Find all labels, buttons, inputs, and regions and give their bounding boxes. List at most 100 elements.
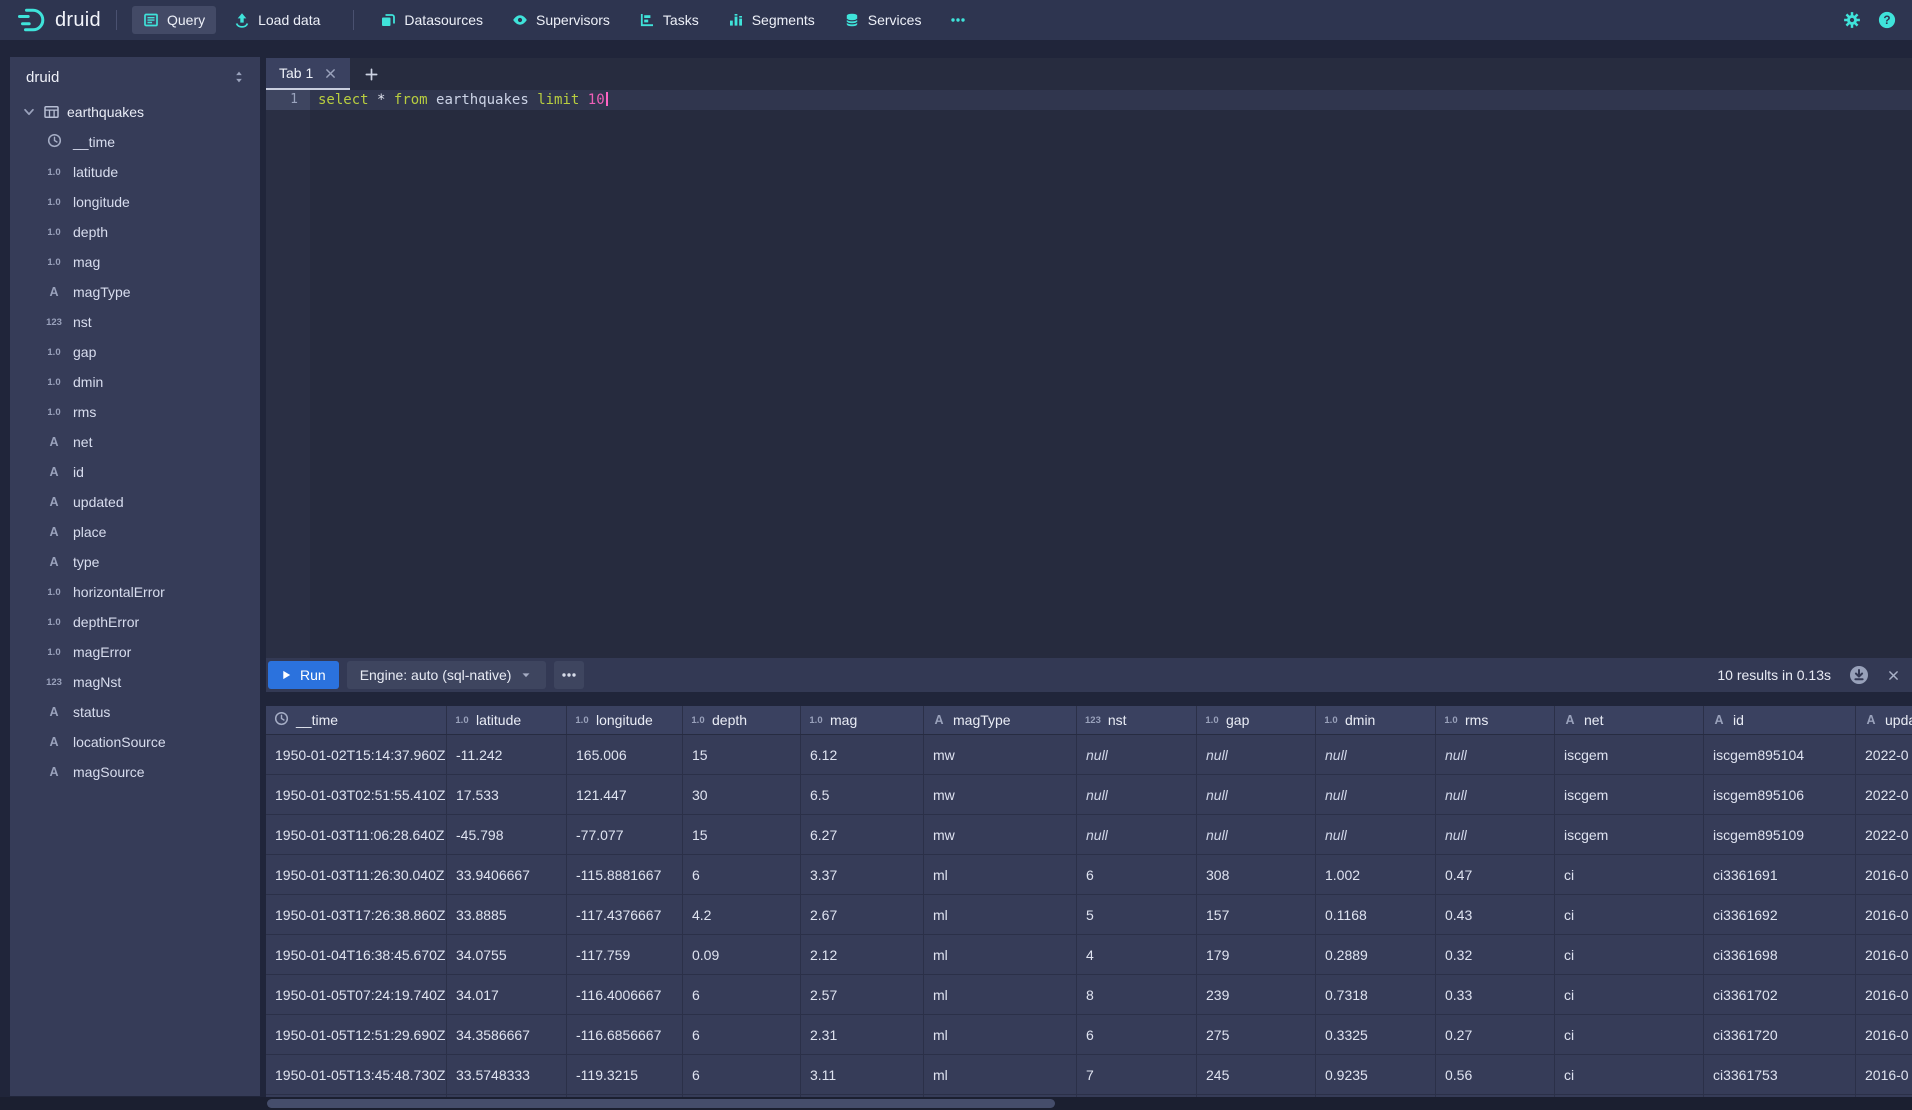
column-header-nst[interactable]: 123nst (1077, 706, 1197, 734)
cell-updated[interactable]: 2016-0 (1856, 855, 1912, 894)
cell-longitude[interactable]: 121.447 (567, 775, 683, 814)
sidebar-column-magsource[interactable]: AmagSource (10, 757, 260, 787)
cell-depth[interactable]: 30 (683, 775, 801, 814)
tab-close-button[interactable] (324, 67, 337, 80)
cell-dmin[interactable]: 0.1168 (1316, 895, 1436, 934)
sidebar-column-latitude[interactable]: 1.0latitude (10, 157, 260, 187)
cell-gap[interactable]: 275 (1197, 1015, 1316, 1054)
cell-rms[interactable]: 0.33 (1436, 975, 1555, 1014)
sidebar-column-deptherror[interactable]: 1.0depthError (10, 607, 260, 637)
cell-magtype[interactable]: ml (924, 1055, 1077, 1094)
cell-gap[interactable]: 308 (1197, 855, 1316, 894)
cell-id[interactable]: iscgem895109 (1704, 815, 1856, 854)
cell-net[interactable]: ci (1555, 1055, 1704, 1094)
cell-net[interactable]: ci (1555, 1015, 1704, 1054)
add-tab-button[interactable] (350, 67, 392, 82)
cell-latitude[interactable]: 33.8885 (447, 895, 567, 934)
cell-net[interactable]: ci (1555, 935, 1704, 974)
sidebar-column-magtype[interactable]: AmagType (10, 277, 260, 307)
cell-id[interactable]: ci3361702 (1704, 975, 1856, 1014)
cell-updated[interactable]: 2016-0 (1856, 935, 1912, 974)
sidebar-column-updated[interactable]: Aupdated (10, 487, 260, 517)
cell-gap[interactable]: null (1197, 815, 1316, 854)
cell-depth[interactable]: 4.2 (683, 895, 801, 934)
cell-depth[interactable]: 6 (683, 975, 801, 1014)
sql-editor[interactable]: 1 select * from earthquakes limit 10 (266, 90, 1912, 658)
cell-longitude[interactable]: 165.006 (567, 735, 683, 774)
sidebar-column-type[interactable]: Atype (10, 547, 260, 577)
run-button[interactable]: Run (268, 661, 339, 689)
cell-nst[interactable]: 6 (1077, 1015, 1197, 1054)
column-header-magtype[interactable]: AmagType (924, 706, 1077, 734)
cell-id[interactable]: ci3361698 (1704, 935, 1856, 974)
sidebar-column-magnst[interactable]: 123magNst (10, 667, 260, 697)
close-results-button[interactable] (1887, 669, 1900, 682)
sidebar-column-time[interactable]: __time (10, 127, 260, 157)
cell-time[interactable]: 1950-01-05T12:51:29.690Z (266, 1015, 447, 1054)
column-header-net[interactable]: Anet (1555, 706, 1704, 734)
cell-mag[interactable]: 2.57 (801, 975, 924, 1014)
cell-rms[interactable]: 0.56 (1436, 1055, 1555, 1094)
cell-mag[interactable]: 3.37 (801, 855, 924, 894)
cell-latitude[interactable]: 34.017 (447, 975, 567, 1014)
cell-updated[interactable]: 2022-0 (1856, 775, 1912, 814)
cell-gap[interactable]: 157 (1197, 895, 1316, 934)
cell-depth[interactable]: 15 (683, 735, 801, 774)
cell-updated[interactable]: 2016-0 (1856, 1055, 1912, 1094)
cell-latitude[interactable]: 17.533 (447, 775, 567, 814)
cell-nst[interactable]: 5 (1077, 895, 1197, 934)
cell-gap[interactable]: 239 (1197, 975, 1316, 1014)
cell-nst[interactable]: null (1077, 775, 1197, 814)
sidebar-column-id[interactable]: Aid (10, 457, 260, 487)
cell-mag[interactable]: 2.31 (801, 1015, 924, 1054)
cell-dmin[interactable]: 0.2889 (1316, 935, 1436, 974)
sidebar-column-locationsource[interactable]: AlocationSource (10, 727, 260, 757)
cell-longitude[interactable]: -116.6856667 (567, 1015, 683, 1054)
cell-depth[interactable]: 6 (683, 855, 801, 894)
cell-nst[interactable]: 6 (1077, 855, 1197, 894)
tab-1[interactable]: Tab 1 (266, 58, 350, 90)
cell-rms[interactable]: null (1436, 815, 1555, 854)
download-results-button[interactable] (1849, 665, 1869, 685)
cell-id[interactable]: iscgem895104 (1704, 735, 1856, 774)
nav-item-more[interactable] (939, 6, 977, 34)
cell-time[interactable]: 1950-01-05T13:45:48.730Z (266, 1055, 447, 1094)
cell-magtype[interactable]: mw (924, 815, 1077, 854)
column-header-gap[interactable]: 1.0gap (1197, 706, 1316, 734)
cell-longitude[interactable]: -116.4006667 (567, 975, 683, 1014)
sidebar-column-nst[interactable]: 123nst (10, 307, 260, 337)
cell-mag[interactable]: 2.12 (801, 935, 924, 974)
cell-rms[interactable]: 0.47 (1436, 855, 1555, 894)
sql-line[interactable]: select * from earthquakes limit 10 (310, 90, 1912, 110)
sidebar-column-mag[interactable]: 1.0mag (10, 247, 260, 277)
cell-updated[interactable]: 2016-0 (1856, 895, 1912, 934)
cell-dmin[interactable]: null (1316, 815, 1436, 854)
sidebar-column-rms[interactable]: 1.0rms (10, 397, 260, 427)
cell-gap[interactable]: 179 (1197, 935, 1316, 974)
cell-net[interactable]: iscgem (1555, 775, 1704, 814)
cell-rms[interactable]: 0.32 (1436, 935, 1555, 974)
cell-time[interactable]: 1950-01-04T16:38:45.670Z (266, 935, 447, 974)
query-more-button[interactable] (554, 661, 584, 689)
sidebar-column-dmin[interactable]: 1.0dmin (10, 367, 260, 397)
cell-nst[interactable]: 8 (1077, 975, 1197, 1014)
cell-net[interactable]: ci (1555, 975, 1704, 1014)
cell-gap[interactable]: null (1197, 735, 1316, 774)
cell-updated[interactable]: 2022-0 (1856, 735, 1912, 774)
cell-time[interactable]: 1950-01-03T17:26:38.860Z (266, 895, 447, 934)
cell-rms[interactable]: 0.43 (1436, 895, 1555, 934)
cell-magtype[interactable]: mw (924, 735, 1077, 774)
cell-latitude[interactable]: 33.9406667 (447, 855, 567, 894)
sidebar-column-depth[interactable]: 1.0depth (10, 217, 260, 247)
cell-longitude[interactable]: -117.759 (567, 935, 683, 974)
cell-rms[interactable]: null (1436, 735, 1555, 774)
sidebar-column-gap[interactable]: 1.0gap (10, 337, 260, 367)
cell-dmin[interactable]: null (1316, 735, 1436, 774)
settings-button[interactable] (1843, 11, 1861, 29)
druid-logo[interactable]: druid (16, 7, 101, 33)
cell-latitude[interactable]: 34.3586667 (447, 1015, 567, 1054)
sidebar-column-place[interactable]: Aplace (10, 517, 260, 547)
cell-nst[interactable]: 4 (1077, 935, 1197, 974)
cell-magtype[interactable]: ml (924, 855, 1077, 894)
cell-depth[interactable]: 0.09 (683, 935, 801, 974)
